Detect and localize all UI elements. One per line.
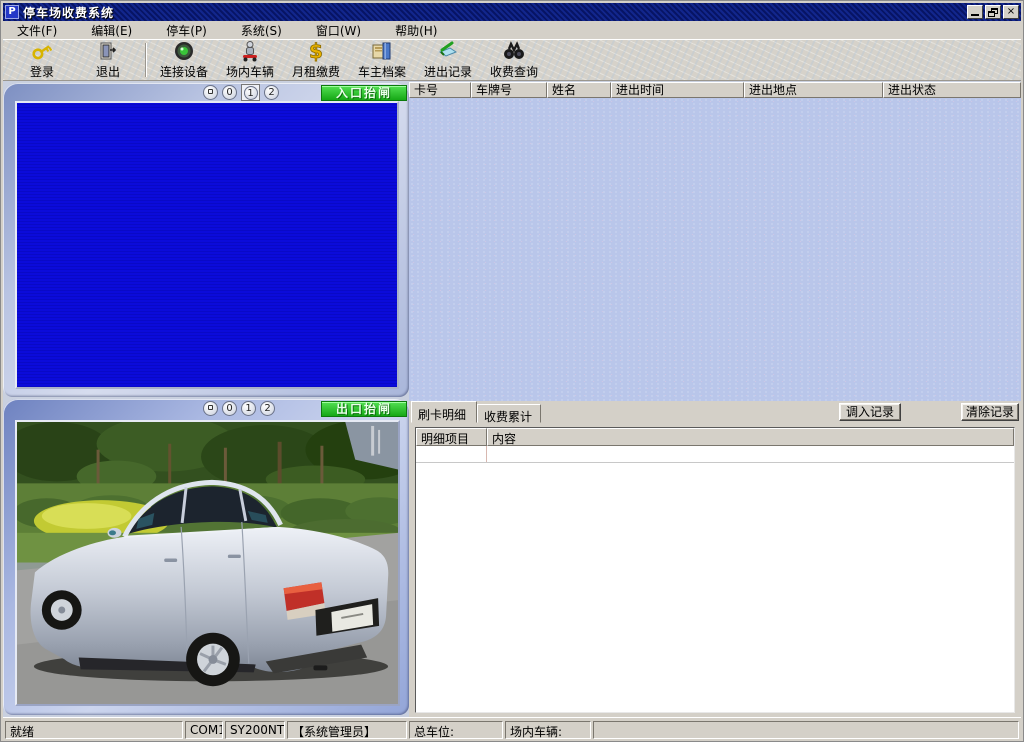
detail-zone: 刷卡明细 收费累计 调入记录 清除记录 明细项目 内容 — [409, 401, 1021, 717]
col-detail-item[interactable]: 明细项目 — [416, 428, 487, 446]
svg-text:$: $ — [309, 40, 323, 62]
records-table-body[interactable] — [409, 98, 1021, 401]
exit-label: 退出 — [96, 63, 120, 80]
status-ready: 就绪 — [5, 721, 183, 739]
toolbar: 登录 退出 连接设备 场内车辆 $ 月租缴费 车主档案 进出记录 — [3, 39, 1021, 81]
exit-camera-2-button[interactable]: 2 — [260, 401, 275, 416]
records-table-header: 卡号 车牌号 姓名 进出时间 进出地点 进出状态 — [409, 82, 1021, 98]
in-lot-vehicles-label: 场内车辆 — [226, 63, 274, 80]
owner-files-label: 车主档案 — [358, 63, 406, 80]
window-title: 停车场收费系统 — [23, 4, 967, 21]
entry-exit-records-label: 进出记录 — [424, 63, 472, 80]
entrance-camera-1-button[interactable]: 1 — [244, 86, 258, 100]
detail-tabs: 刷卡明细 收费累计 调入记录 清除记录 — [409, 401, 1021, 423]
fee-query-label: 收费查询 — [490, 63, 538, 80]
main-area: 0 1 2 入口抬闸 0 1 2 出口抬闸 — [3, 81, 1021, 717]
restore-button[interactable] — [985, 5, 1001, 19]
status-extra — [593, 721, 1019, 739]
fee-query-button[interactable]: 收费查询 — [481, 40, 547, 80]
entrance-gate-open-button[interactable]: 入口抬闸 — [321, 85, 407, 101]
exit-camera-controls: 0 1 2 出口抬闸 — [203, 400, 407, 417]
exit-button[interactable]: 退出 — [75, 40, 141, 80]
load-records-button[interactable]: 调入记录 — [839, 403, 901, 421]
exit-gate-open-button[interactable]: 出口抬闸 — [321, 401, 407, 417]
status-user: 【系统管理员】 — [287, 721, 407, 739]
minimize-button[interactable] — [967, 5, 983, 19]
status-device: SY200NT2 — [225, 721, 285, 739]
entrance-camera-all-button[interactable] — [203, 85, 218, 100]
toolbar-separator — [145, 43, 147, 77]
detail-content-cell — [487, 446, 1014, 462]
exit-door-icon — [96, 40, 120, 62]
connect-device-button[interactable]: 连接设备 — [151, 40, 217, 80]
status-in-lot-count: 场内车辆: — [505, 721, 591, 739]
exit-video-panel: 0 1 2 出口抬闸 — [3, 399, 409, 715]
check-record-icon — [436, 40, 460, 62]
dollar-icon: $ — [304, 40, 328, 62]
col-name[interactable]: 姓名 — [547, 82, 611, 98]
col-location[interactable]: 进出地点 — [744, 82, 883, 98]
entry-exit-records-button[interactable]: 进出记录 — [415, 40, 481, 80]
menu-bar: 文件(F) 编辑(E) 停车(P) 系统(S) 窗口(W) 帮助(H) — [3, 21, 1021, 39]
tab-fee-total[interactable]: 收费累计 — [477, 404, 541, 423]
clear-records-button[interactable]: 清除记录 — [961, 403, 1019, 421]
monthly-fee-button[interactable]: $ 月租缴费 — [283, 40, 349, 80]
exit-video-screen — [15, 420, 400, 706]
in-lot-vehicles-button[interactable]: 场内车辆 — [217, 40, 283, 80]
status-total-spaces: 总车位: — [409, 721, 503, 739]
key-icon — [30, 40, 54, 62]
close-button[interactable]: × — [1003, 5, 1019, 19]
owner-files-button[interactable]: 车主档案 — [349, 40, 415, 80]
login-label: 登录 — [30, 63, 54, 80]
menu-file[interactable]: 文件(F) — [7, 20, 67, 41]
menu-window[interactable]: 窗口(W) — [306, 20, 371, 41]
entrance-camera-0-button[interactable]: 0 — [222, 85, 237, 100]
title-bar[interactable]: P 停车场收费系统 × — [3, 3, 1021, 21]
exit-camera-0-button[interactable]: 0 — [222, 401, 237, 416]
entrance-video-screen — [15, 101, 399, 389]
tab-swipe-detail[interactable]: 刷卡明细 — [411, 401, 477, 423]
col-time[interactable]: 进出时间 — [611, 82, 744, 98]
detail-table-header: 明细项目 内容 — [416, 428, 1014, 446]
detail-table: 明细项目 内容 — [415, 427, 1015, 713]
status-com-port: COM1 — [185, 721, 223, 739]
exit-camera-all-button[interactable] — [203, 401, 218, 416]
login-button[interactable]: 登录 — [9, 40, 75, 80]
menu-help[interactable]: 帮助(H) — [385, 20, 447, 41]
records-section: 卡号 车牌号 姓名 进出时间 进出地点 进出状态 刷卡明细 收费累计 调入记录 … — [409, 81, 1021, 717]
parking-system-window: { "window": { "icon_letter": "P", "title… — [0, 0, 1024, 742]
connect-device-label: 连接设备 — [160, 63, 208, 80]
silver-sedan-photo — [17, 422, 398, 704]
square-icon — [208, 89, 213, 94]
menu-system[interactable]: 系统(S) — [231, 20, 292, 41]
col-card-number[interactable]: 卡号 — [409, 82, 471, 98]
col-plate-number[interactable]: 车牌号 — [471, 82, 547, 98]
col-status[interactable]: 进出状态 — [883, 82, 1021, 98]
entrance-camera-2-button[interactable]: 2 — [264, 85, 279, 100]
entrance-video-panel: 0 1 2 入口抬闸 — [3, 83, 409, 397]
entrance-camera-controls: 0 1 2 入口抬闸 — [203, 84, 407, 101]
binoculars-icon — [502, 40, 526, 62]
exit-camera-1-button[interactable]: 1 — [241, 401, 256, 416]
app-icon: P — [5, 5, 19, 19]
monthly-fee-label: 月租缴费 — [292, 63, 340, 80]
entrance-camera-selected-frame: 1 — [241, 84, 260, 101]
col-content[interactable]: 内容 — [487, 428, 1014, 446]
menu-parking[interactable]: 停车(P) — [156, 20, 217, 41]
detail-empty-row[interactable] — [416, 446, 1014, 463]
detail-item-cell — [416, 446, 487, 462]
scooter-person-icon — [238, 40, 262, 62]
archive-books-icon — [370, 40, 394, 62]
status-bar: 就绪 COM1 SY200NT2 【系统管理员】 总车位: 场内车辆: — [3, 717, 1021, 739]
camera-lens-icon — [172, 40, 196, 62]
square-icon — [208, 405, 213, 410]
menu-edit[interactable]: 编辑(E) — [81, 20, 142, 41]
